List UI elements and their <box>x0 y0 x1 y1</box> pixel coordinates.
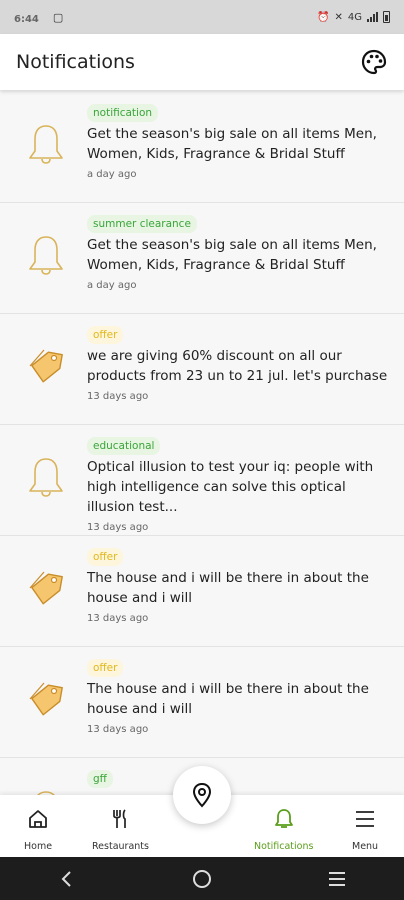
notification-message: we are giving 60% discount on all our pr… <box>87 348 388 384</box>
notification-time: a day ago <box>87 169 137 180</box>
notification-tag: gff <box>87 770 113 788</box>
notification-item[interactable]: summer clearance Get the season's big sa… <box>0 203 404 314</box>
bell-icon <box>29 458 63 497</box>
network-label: 4G <box>347 11 362 23</box>
notification-item[interactable]: educational Optical illusion to test you… <box>0 425 404 536</box>
nav-notifications-label: Notifications <box>254 841 314 852</box>
notification-content: gff <box>87 767 392 788</box>
notification-content: offer The house and i will be there in a… <box>87 545 392 624</box>
location-pin-icon <box>192 782 212 808</box>
price-tag-icon <box>29 571 63 605</box>
back-icon[interactable] <box>47 864 87 894</box>
page-title: Notifications <box>16 51 135 73</box>
status-time: 6:44 <box>14 14 39 25</box>
notification-content: summer clearance Get the season's big sa… <box>87 212 392 291</box>
notification-tag: notification <box>87 104 159 122</box>
nav-menu-label: Menu <box>352 841 379 852</box>
battery-icon <box>383 11 390 23</box>
price-tag-icon <box>29 349 63 383</box>
bell-icon <box>37 791 55 795</box>
notification-tag: offer <box>87 548 124 566</box>
fork-knife-icon <box>113 809 127 828</box>
notification-time: 13 days ago <box>87 522 149 533</box>
app-bar: Notifications <box>0 34 404 90</box>
nav-restaurants-label: Restaurants <box>92 841 149 852</box>
location-fab-button[interactable] <box>173 766 231 824</box>
nav-home[interactable]: Home <box>24 807 52 852</box>
notification-time: 13 days ago <box>87 613 149 624</box>
sim-icon: ▢ <box>52 10 64 24</box>
nav-menu[interactable]: Menu <box>352 807 378 852</box>
system-navigation-bar <box>0 857 404 900</box>
palette-icon[interactable] <box>360 48 388 76</box>
notification-time: 13 days ago <box>87 391 149 402</box>
notification-message: The house and i will be there in about t… <box>87 570 369 606</box>
home-icon <box>29 810 47 828</box>
price-tag-icon <box>29 682 63 716</box>
notification-message: Optical illusion to test your iq: people… <box>87 459 374 515</box>
home-circle-icon[interactable] <box>182 864 222 894</box>
status-icons: ⏰ ✕ 4G <box>317 11 390 23</box>
notification-item[interactable]: notification Get the season's big sale o… <box>0 92 404 203</box>
nav-restaurants[interactable]: Restaurants <box>92 807 149 852</box>
nav-notifications[interactable]: Notifications <box>254 807 313 852</box>
recents-icon[interactable] <box>317 864 357 894</box>
bell-icon <box>29 236 63 275</box>
status-bar: 6:44 ▢ ⏰ ✕ 4G <box>0 0 404 34</box>
notification-message: Get the season's big sale on all items M… <box>87 126 377 162</box>
notification-time: 13 days ago <box>87 724 149 735</box>
alarm-icon: ⏰ <box>317 11 330 23</box>
hamburger-menu-icon <box>356 811 375 827</box>
mute-icon: ✕ <box>334 11 343 23</box>
notification-tag: educational <box>87 437 161 455</box>
bell-icon <box>29 125 63 164</box>
notification-content: offer we are giving 60% discount on all … <box>87 323 392 402</box>
notification-content: notification Get the season's big sale o… <box>87 101 392 180</box>
notification-item[interactable]: offer The house and i will be there in a… <box>0 647 404 758</box>
notification-content: offer The house and i will be there in a… <box>87 656 392 735</box>
notification-tag: summer clearance <box>87 215 197 233</box>
notification-content: educational Optical illusion to test you… <box>87 434 392 533</box>
notification-tag: offer <box>87 659 124 677</box>
notification-time: a day ago <box>87 280 137 291</box>
notification-list: notification Get the season's big sale o… <box>0 92 404 795</box>
nav-home-label: Home <box>24 841 53 852</box>
notification-message: The house and i will be there in about t… <box>87 681 369 717</box>
signal-icon <box>367 12 378 22</box>
notification-tag: offer <box>87 326 124 344</box>
notification-item[interactable]: offer we are giving 60% discount on all … <box>0 314 404 425</box>
notification-item[interactable]: offer The house and i will be there in a… <box>0 536 404 647</box>
notification-message: Get the season's big sale on all items M… <box>87 237 377 273</box>
bell-icon <box>274 809 293 828</box>
